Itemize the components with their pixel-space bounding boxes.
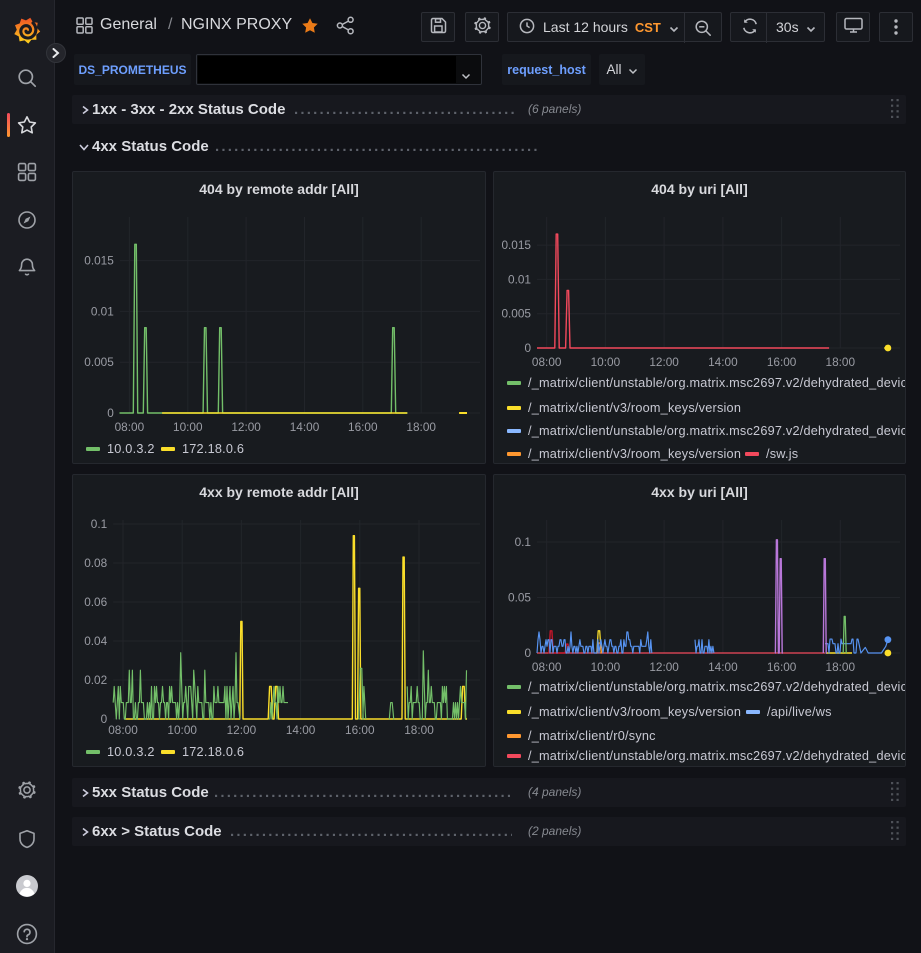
svg-text:0: 0	[107, 406, 114, 420]
svg-text:0: 0	[101, 712, 108, 726]
svg-text:0: 0	[524, 646, 531, 660]
svg-text:0.1: 0.1	[91, 517, 107, 531]
svg-text:0.08: 0.08	[84, 556, 107, 570]
svg-text:0.015: 0.015	[501, 238, 531, 252]
svg-text:0.1: 0.1	[515, 535, 531, 549]
svg-text:10:00: 10:00	[173, 420, 203, 434]
svg-text:08:00: 08:00	[532, 355, 562, 369]
svg-text:18:00: 18:00	[404, 723, 434, 737]
svg-text:0.06: 0.06	[84, 595, 107, 609]
svg-text:0.015: 0.015	[84, 254, 114, 268]
svg-text:08:00: 08:00	[108, 723, 138, 737]
svg-text:18:00: 18:00	[406, 420, 436, 434]
svg-text:12:00: 12:00	[649, 355, 679, 369]
svg-text:10:00: 10:00	[167, 723, 197, 737]
svg-text:10:00: 10:00	[591, 660, 621, 674]
svg-text:14:00: 14:00	[290, 420, 320, 434]
svg-text:18:00: 18:00	[826, 660, 856, 674]
svg-text:10:00: 10:00	[591, 355, 621, 369]
svg-text:16:00: 16:00	[348, 420, 378, 434]
svg-text:08:00: 08:00	[532, 660, 562, 674]
svg-text:0.04: 0.04	[84, 634, 107, 648]
svg-text:16:00: 16:00	[345, 723, 375, 737]
svg-text:12:00: 12:00	[231, 420, 261, 434]
svg-text:12:00: 12:00	[227, 723, 257, 737]
svg-text:16:00: 16:00	[767, 660, 797, 674]
svg-text:08:00: 08:00	[115, 420, 145, 434]
svg-text:14:00: 14:00	[708, 660, 738, 674]
svg-text:18:00: 18:00	[826, 355, 856, 369]
svg-text:0.005: 0.005	[84, 355, 114, 369]
svg-text:12:00: 12:00	[649, 660, 679, 674]
svg-text:14:00: 14:00	[708, 355, 738, 369]
svg-text:14:00: 14:00	[286, 723, 316, 737]
svg-text:0.01: 0.01	[508, 272, 531, 286]
svg-text:0.02: 0.02	[84, 673, 107, 687]
svg-text:0.01: 0.01	[91, 304, 114, 318]
svg-text:0.005: 0.005	[501, 307, 531, 321]
svg-text:0.05: 0.05	[508, 591, 531, 605]
svg-text:16:00: 16:00	[767, 355, 797, 369]
svg-text:0: 0	[524, 341, 531, 355]
